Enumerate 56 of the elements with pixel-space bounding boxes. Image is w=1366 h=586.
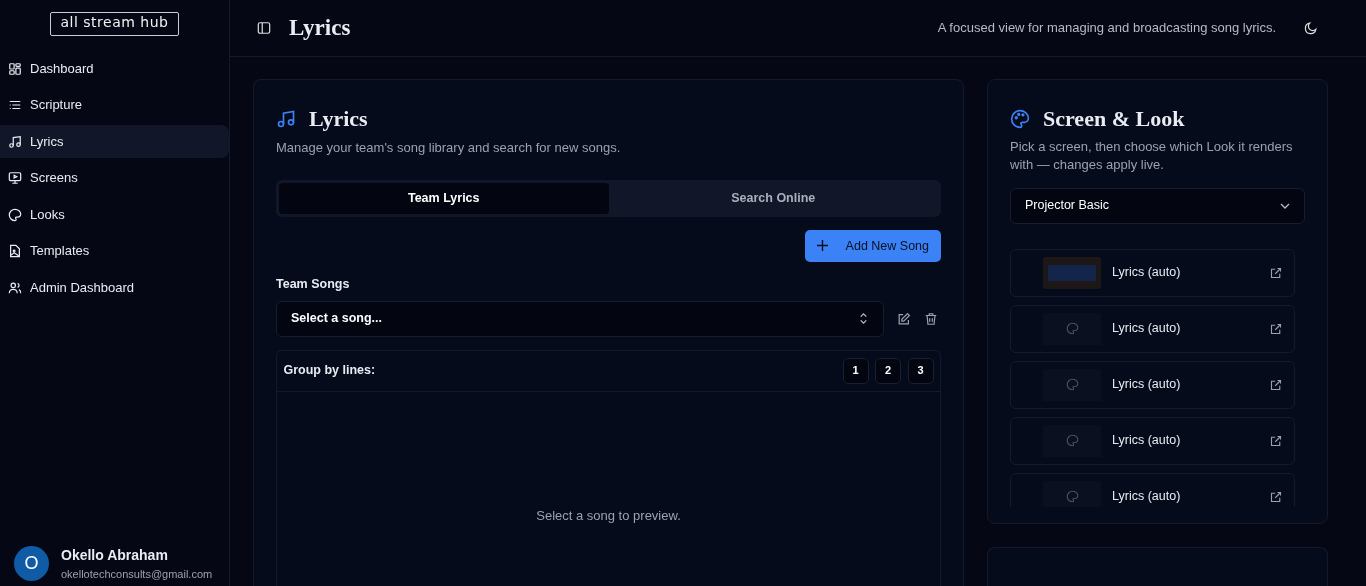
screen-select[interactable]: Projector Basic <box>1010 187 1305 224</box>
sidebar-item[interactable]: Templates <box>0 234 229 268</box>
look-label: Lyrics (auto) <box>1112 488 1181 506</box>
page-title: Lyrics <box>289 13 351 42</box>
look-item[interactable]: Lyrics (auto) <box>1010 360 1295 409</box>
card-title: Lyrics <box>309 105 368 133</box>
look-label: Lyrics (auto) <box>1112 376 1181 394</box>
user-email: okellotechconsults@gmail.com <box>61 566 213 582</box>
external-link-icon[interactable] <box>1270 266 1282 279</box>
users-icon <box>8 280 22 295</box>
empty-message: Select a song to preview. <box>536 506 681 525</box>
moon-icon[interactable] <box>1304 21 1318 35</box>
look-item[interactable]: Lyrics (auto) <box>1010 472 1295 507</box>
grid-icon <box>8 61 22 76</box>
sidebar-item[interactable]: Lyrics <box>0 124 229 159</box>
page-subtitle: A focused view for managing and broadcasting song lyrics. <box>937 19 1276 38</box>
external-link-icon[interactable] <box>1270 378 1282 391</box>
group-option-button[interactable]: 1 <box>842 357 869 384</box>
external-link-icon[interactable] <box>1270 490 1282 503</box>
tab[interactable]: Search Online <box>608 182 938 214</box>
look-item[interactable]: Lyrics (auto) <box>1010 416 1295 465</box>
group-option-button[interactable]: 2 <box>875 357 901 384</box>
look-item[interactable]: Lyrics (auto) <box>1010 304 1295 353</box>
look-preview-thumbnail <box>1043 256 1101 289</box>
sidebar-toggle-icon[interactable] <box>257 21 271 35</box>
look-label: Lyrics (auto) <box>1112 432 1181 450</box>
add-song-button[interactable]: Add New Song <box>804 229 941 263</box>
music-note-icon <box>8 134 22 149</box>
look-item[interactable]: Lyrics (auto) <box>1010 248 1295 297</box>
card-description: Pick a screen, then choose which Look it renders with — changes apply live. <box>1010 138 1294 175</box>
group-option-button[interactable]: 3 <box>907 357 934 384</box>
group-label: Group by lines: <box>283 362 376 380</box>
look-label: Lyrics (auto) <box>1112 264 1181 282</box>
user-name: Okello Abraham <box>61 545 169 565</box>
card-description: Manage your team's song library and search for new songs. <box>276 139 622 158</box>
sidebar-item[interactable]: Scripture <box>0 88 229 122</box>
external-link-icon[interactable] <box>1270 322 1282 335</box>
sidebar-item[interactable]: Admin Dashboard <box>0 270 229 305</box>
song-select[interactable]: Select a song... <box>276 300 884 337</box>
music-note-icon <box>276 108 296 129</box>
file-image-icon <box>8 244 22 259</box>
external-link-icon[interactable] <box>1270 434 1282 447</box>
sidebar-item[interactable]: Screens <box>0 161 229 195</box>
field-label: Team Songs <box>276 276 351 294</box>
chevron-down-icon <box>1280 202 1290 209</box>
edit-icon[interactable] <box>896 311 911 326</box>
tab[interactable]: Team Lyrics <box>279 182 609 214</box>
sidebar-item[interactable]: Dashboard <box>0 51 229 86</box>
trash-icon[interactable] <box>923 311 938 326</box>
sidebar-item[interactable]: Looks <box>0 197 229 232</box>
plus-icon <box>816 240 828 252</box>
app-logo: all stream hub <box>49 12 180 36</box>
monitor-icon <box>8 171 22 186</box>
look-label: Lyrics (auto) <box>1112 320 1181 338</box>
card-title: Screen & Look <box>1043 105 1185 133</box>
user-avatar: O <box>14 545 49 581</box>
